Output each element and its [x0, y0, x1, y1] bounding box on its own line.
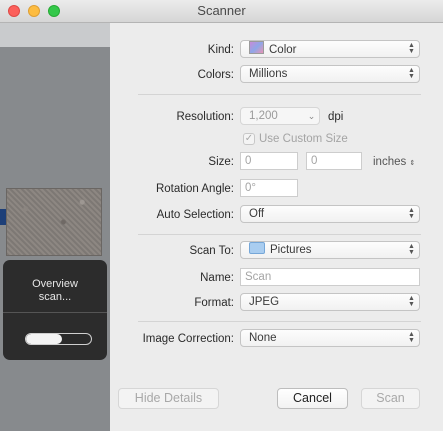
overview-scan-image: [6, 188, 102, 256]
hide-details-button[interactable]: Hide Details: [118, 388, 219, 409]
chevron-down-icon: ⌄: [307, 111, 316, 121]
format-value: JPEG: [249, 296, 280, 308]
section-divider: [138, 234, 421, 235]
colors-popup[interactable]: Millions ▲ ▼: [240, 65, 420, 83]
close-window-button[interactable]: [8, 5, 20, 17]
scan-preview-area[interactable]: Overview scan...: [0, 23, 110, 431]
popup-chevron-icon: ▲ ▼: [408, 243, 415, 256]
folder-icon: [249, 242, 265, 254]
scan-settings-panel: Kind: Color ▲ ▼ Colors: Millions ▲ ▼ Resol…: [110, 23, 443, 431]
colors-row: Colors: Millions ▲ ▼: [110, 65, 443, 85]
auto-selection-popup[interactable]: Off ▲ ▼: [240, 205, 420, 223]
overview-message-line2: scan...: [38, 291, 72, 303]
popup-chevron-icon: ▲ ▼: [408, 331, 415, 344]
auto-selection-value: Off: [249, 208, 265, 220]
scan-to-popup[interactable]: Pictures ▲ ▼: [240, 241, 420, 259]
scan-name-field[interactable]: Scan: [240, 268, 420, 286]
kind-label: Kind:: [207, 44, 234, 56]
size-unit-value: inches: [373, 156, 407, 168]
minimize-window-button[interactable]: [28, 5, 40, 17]
hud-divider: [3, 312, 107, 313]
format-label: Format:: [194, 297, 234, 309]
auto-selection-label: Auto Selection:: [156, 209, 234, 221]
format-popup[interactable]: JPEG ▲ ▼: [240, 293, 420, 311]
popup-chevron-icon: ▲ ▼: [408, 42, 415, 55]
popup-chevron-icon: ▲ ▼: [408, 295, 415, 308]
resolution-label: Resolution:: [176, 111, 234, 123]
section-divider: [138, 321, 421, 322]
resolution-row: Resolution: 1,200 ⌄ dpi: [110, 107, 443, 127]
title-bar: Scanner: [0, 0, 443, 23]
resolution-value: 1,200: [249, 110, 278, 122]
scan-to-row: Scan To: Pictures ▲ ▼: [110, 241, 443, 261]
popup-chevron-icon: ⇕: [409, 160, 416, 167]
rotation-angle-field[interactable]: 0°: [240, 179, 298, 197]
use-custom-size-label: Use Custom Size: [259, 133, 348, 145]
overview-progress-hud: Overview scan...: [3, 260, 107, 360]
use-custom-size-checkbox[interactable]: ✓: [243, 133, 255, 145]
resolution-combo[interactable]: 1,200 ⌄: [240, 107, 320, 125]
window-title: Scanner: [197, 3, 246, 18]
image-correction-popup[interactable]: None ▲ ▼: [240, 329, 420, 347]
rotation-label: Rotation Angle:: [155, 183, 234, 195]
section-divider: [138, 94, 421, 95]
format-row: Format: JPEG ▲ ▼: [110, 293, 443, 313]
colors-label: Colors:: [197, 69, 234, 81]
size-row: Size: 0 0 inches ⇕: [110, 152, 443, 172]
size-width-field[interactable]: 0: [240, 152, 298, 170]
name-label: Name:: [200, 272, 234, 284]
preview-top-band: [0, 23, 110, 47]
popup-chevron-icon: ▲ ▼: [408, 67, 415, 80]
custom-size-row: ✓ Use Custom Size: [110, 129, 443, 149]
overview-progress-fill: [26, 334, 62, 344]
scan-button[interactable]: Scan: [361, 388, 420, 409]
cancel-button[interactable]: Cancel: [277, 388, 348, 409]
image-correction-value: None: [249, 332, 277, 344]
name-row: Name: Scan: [110, 268, 443, 288]
overview-progress-bar: [25, 333, 92, 345]
overview-message-line1: Overview: [32, 278, 78, 290]
size-height-field[interactable]: 0: [306, 152, 362, 170]
image-correction-row: Image Correction: None ▲ ▼: [110, 329, 443, 349]
size-label: Size:: [208, 156, 234, 168]
resolution-unit: dpi: [328, 111, 344, 123]
color-swatch-icon: [249, 41, 264, 54]
image-correction-label: Image Correction:: [142, 333, 234, 345]
rotation-row: Rotation Angle: 0°: [110, 179, 443, 199]
overview-message: Overview scan...: [3, 278, 107, 304]
scanner-window: Scanner Overview scan... Kind: Color ▲▼: [0, 0, 443, 431]
scan-to-label: Scan To:: [189, 245, 234, 257]
kind-value: Color: [269, 44, 297, 56]
kind-row: Kind: Color ▲ ▼: [110, 40, 443, 60]
scan-to-value: Pictures: [270, 244, 312, 256]
kind-popup[interactable]: Color ▲ ▼: [240, 40, 420, 58]
size-unit-popup[interactable]: inches ⇕: [373, 152, 415, 174]
popup-chevron-icon: ▲ ▼: [408, 207, 415, 220]
auto-selection-row: Auto Selection: Off ▲ ▼: [110, 205, 443, 225]
zoom-window-button[interactable]: [48, 5, 60, 17]
colors-value: Millions: [249, 68, 288, 80]
